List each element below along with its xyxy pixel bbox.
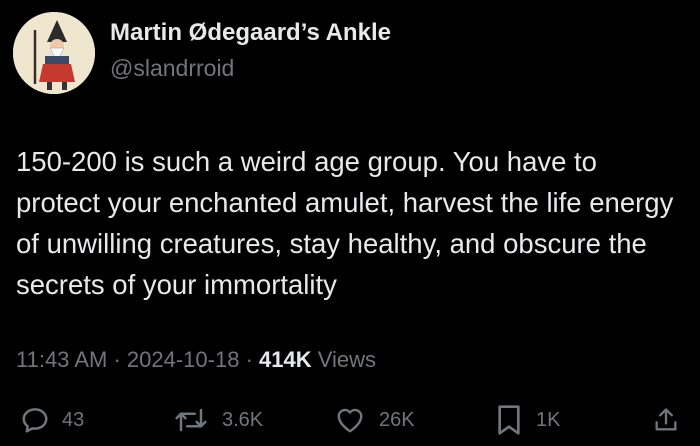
meta-separator: · — [113, 347, 121, 372]
views-label: Views — [317, 347, 377, 372]
tweet-date[interactable]: 2024-10-18 — [127, 347, 240, 372]
tweet-text: 150-200 is such a weird age group. You h… — [16, 146, 674, 300]
reply-icon — [22, 408, 48, 433]
repost-icon — [175, 408, 207, 432]
author-display-name[interactable]: Martin Ødegaard’s Ankle — [110, 19, 391, 47]
action-bar: 43 3.6K 26K 1K — [0, 398, 700, 442]
views-count: 414K — [259, 347, 312, 372]
bookmark-button[interactable]: 1K — [494, 398, 560, 442]
author-handle[interactable]: @slandrroid — [110, 55, 234, 82]
reply-button[interactable]: 43 — [20, 398, 84, 442]
bookmark-icon — [498, 405, 520, 435]
tweet-meta: 11:43 AM · 2024-10-18 · 414K Views — [16, 347, 376, 373]
bookmark-count: 1K — [536, 408, 561, 431]
repost-button[interactable]: 3.6K — [172, 398, 263, 442]
heart-icon — [337, 408, 363, 433]
avatar[interactable] — [13, 12, 95, 94]
reply-count: 43 — [62, 408, 85, 431]
like-count: 26K — [379, 408, 415, 431]
repost-count: 3.6K — [222, 408, 264, 431]
share-icon — [655, 408, 677, 431]
tweet-time[interactable]: 11:43 AM — [16, 347, 107, 372]
like-button[interactable]: 26K — [333, 398, 415, 442]
gnome-figure-avatar-icon — [13, 12, 95, 94]
meta-separator: · — [245, 347, 253, 372]
share-button[interactable] — [652, 398, 680, 442]
